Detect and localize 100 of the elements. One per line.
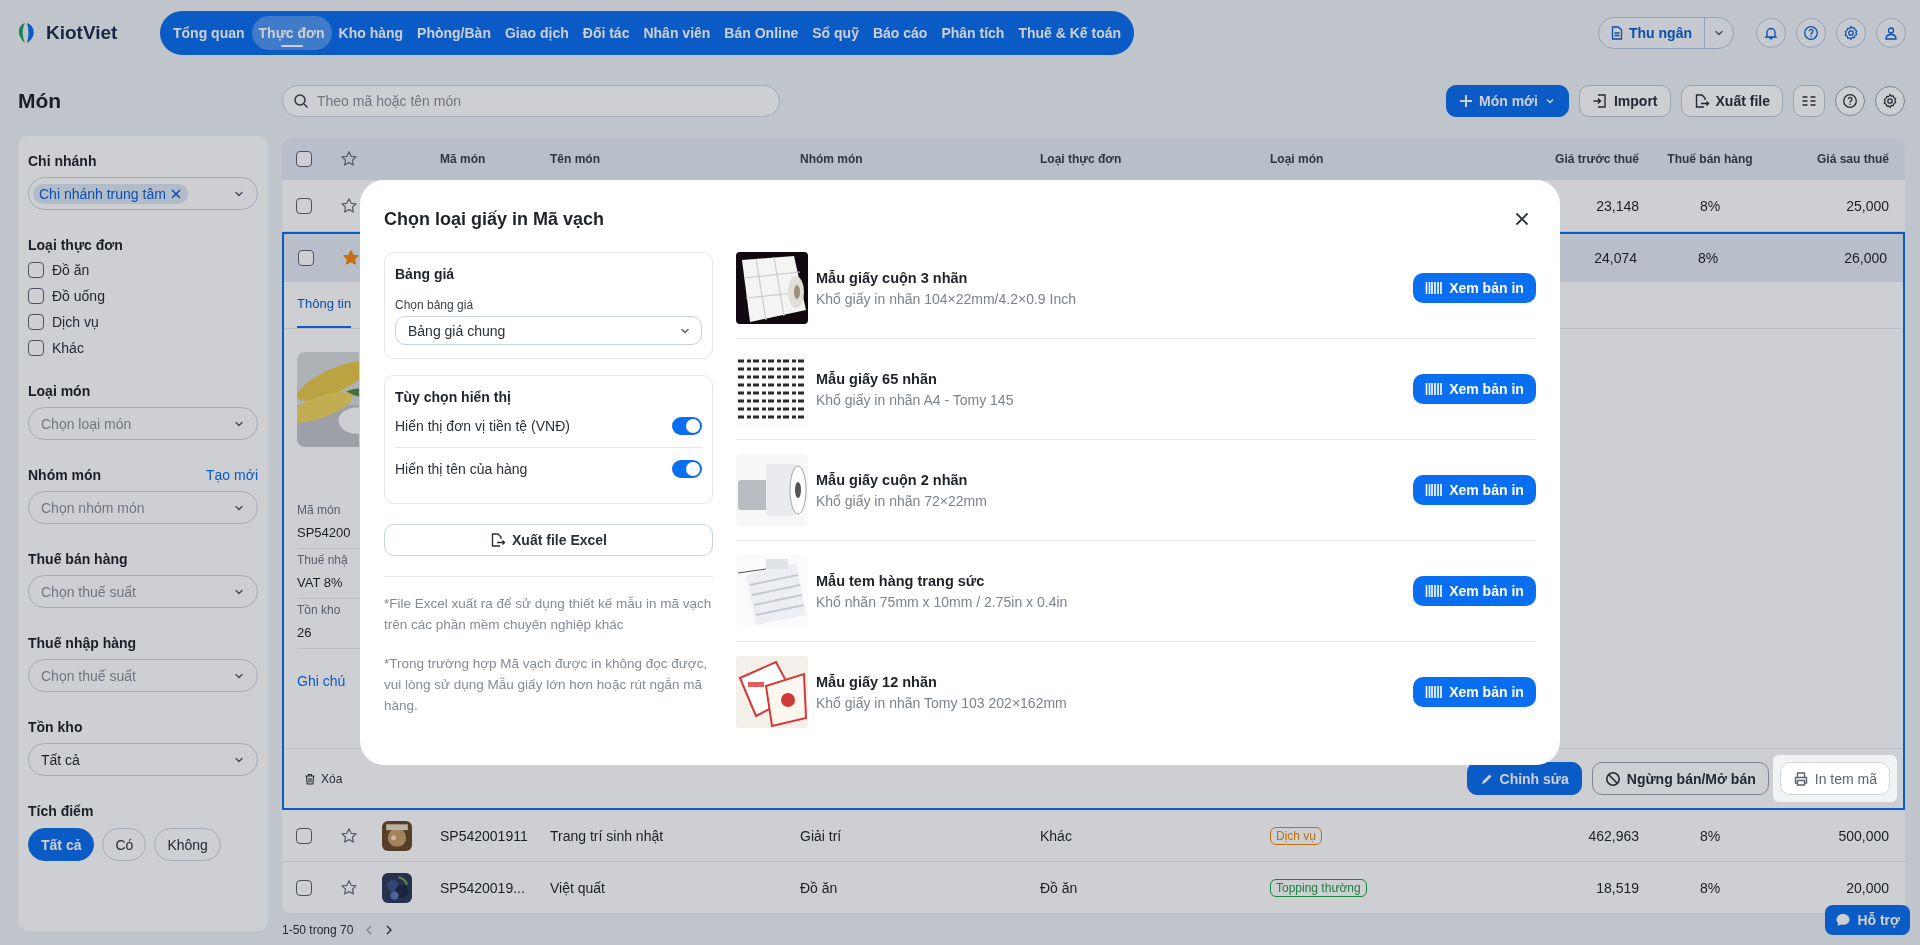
support-button[interactable]: Hỗ trợ [1825,905,1910,935]
help-button[interactable] [1835,86,1865,116]
nav-item[interactable]: Thuế & Kế toán [1011,16,1129,50]
filter-select[interactable]: Chọn nhóm món [28,491,258,524]
table-cell: 25,000 [1846,197,1889,214]
star-icon[interactable] [340,150,358,168]
filter-select[interactable]: Tất cả [28,743,258,776]
account-button[interactable] [1876,18,1906,48]
note-text: *Trong trường hợp Mã vạch được in không đọc được, vui lòng sử dụng Mẫu giấy lớn hơn hoặc rút ngắn mã hàng. [384,655,709,715]
nav-item[interactable]: Sổ quỹ [805,16,866,50]
filter-select[interactable]: Chọn thuế suất [28,575,258,608]
export-button[interactable]: Xuất file [1680,85,1783,117]
remove-icon[interactable] [169,187,182,200]
detail-tab[interactable]: Thông tin [297,281,352,328]
field-value: SP54200 [297,525,352,540]
card-heading: Tùy chọn hiển thị [395,389,512,405]
note-link[interactable]: Ghi chú [297,673,346,689]
import-icon [1591,93,1608,109]
column-header[interactable]: Thuế bán hàng [1667,152,1753,166]
help-button[interactable] [1796,18,1826,48]
delete-button[interactable]: Xóa [304,771,343,786]
filter-select[interactable]: Chọn thuế suất [28,659,258,692]
settings-button[interactable] [1875,86,1905,116]
nav-item[interactable]: Báo cáo [865,16,935,50]
checkbox[interactable] [28,288,44,304]
star-icon[interactable] [340,878,358,897]
columns-button[interactable] [1793,85,1825,117]
new-item-button[interactable]: Món mới [1446,85,1569,117]
star-icon[interactable] [340,826,358,845]
barcode-icon [1425,281,1444,295]
nav-item[interactable]: Kho hàng [331,16,411,50]
column-header[interactable]: Giá trước thuế [1555,152,1639,166]
table-cell: 23,148 [1596,197,1639,214]
nav-item[interactable]: Nhân viên [636,16,718,50]
nav-item[interactable]: Phân tích [934,16,1012,50]
export-excel-button[interactable]: Xuất file Excel [384,524,713,556]
checkbox[interactable] [296,827,312,844]
star-icon[interactable] [340,196,358,215]
table-cell: SP5420019... [440,879,525,896]
note-text: *File Excel xuất ra để sử dụng thiết kế mẫu in mã vạch trên các phần mềm chuyên nghiệp khác [384,595,713,634]
create-link[interactable]: Tạo mới [206,467,258,483]
field-value: 26 [297,625,313,640]
import-button[interactable]: Import [1578,85,1671,117]
stop-sale-button[interactable]: Ngừng bán/Mở bán [1591,762,1769,795]
option-label: Hiển thị tên của hàng [395,461,528,477]
column-header[interactable]: Tên món [550,152,600,166]
checkbox[interactable] [296,879,312,896]
close-icon [1515,212,1529,226]
filter-chip[interactable]: Tất cả [28,828,95,861]
nav-item[interactable]: Phòng/Bàn [410,16,498,50]
table-cell: Khác [1040,827,1072,844]
printer-icon [1792,770,1809,787]
field-label: Thuế nhậ [297,553,349,569]
notifications-button[interactable] [1756,18,1786,48]
table-cell: 26,000 [1844,250,1887,266]
checkbox[interactable] [298,250,314,266]
price-list-select[interactable]: Bảng giá chung [395,316,702,345]
checkbox-label: Khác [52,340,84,356]
branch-select[interactable]: Chi nhánh trung tâm [28,177,258,210]
checkbox[interactable] [296,197,312,214]
nav-item[interactable]: Giao dịch [497,16,576,50]
filter-chip[interactable]: Có [102,828,147,861]
preview-button[interactable]: Xem bản in [1413,576,1536,606]
filter-label: Nhóm món [28,467,102,483]
table-cell: Giải trí [800,827,842,844]
checkbox[interactable] [28,340,44,356]
template-name: Mẫu giấy 65 nhãn [816,370,938,387]
cashier-button[interactable]: Thu ngân [1598,17,1734,49]
column-header[interactable]: Mã món [440,152,486,166]
settings-button[interactable] [1836,18,1866,48]
table-cell: 500,000 [1838,827,1889,844]
toggle-switch[interactable] [672,460,702,478]
select-all-checkbox[interactable] [296,151,312,167]
dialog-title: Chọn loại giấy in Mã vạch [384,208,605,230]
bell-icon [1764,26,1778,40]
filter-chip[interactable]: Không [154,828,221,861]
column-header[interactable]: Nhóm món [800,152,863,166]
table-cell: 8% [1699,827,1721,844]
preview-button[interactable]: Xem bản in [1413,475,1536,505]
card-heading: Bảng giá [395,266,456,282]
checkbox[interactable] [28,314,44,330]
column-header[interactable]: Giá sau thuế [1816,152,1889,166]
toggle-switch[interactable] [672,417,702,435]
preview-button[interactable]: Xem bản in [1413,677,1536,707]
nav-item[interactable]: Đối tác [575,16,637,50]
filter-label: Tồn kho [28,719,83,735]
next-page-icon[interactable] [385,925,394,935]
nav-item[interactable]: Tổng quan [166,16,252,50]
edit-button[interactable]: Chỉnh sửa [1466,762,1582,795]
star-icon[interactable] [342,249,360,267]
search-field[interactable]: Theo mã hoặc tên món [282,85,780,117]
column-header[interactable]: Loại thực đơn [1040,152,1122,166]
print-label-button[interactable]: In tem mã [1779,762,1890,795]
checkbox[interactable] [28,262,44,278]
checkbox-label: Dịch vụ [52,314,99,330]
filter-select[interactable]: Chọn loại món [28,407,258,440]
column-header[interactable]: Loại món [1270,152,1324,166]
nav-item[interactable]: Bán Online [717,16,806,50]
preview-button[interactable]: Xem bản in [1413,273,1536,303]
preview-button[interactable]: Xem bản in [1413,374,1536,404]
